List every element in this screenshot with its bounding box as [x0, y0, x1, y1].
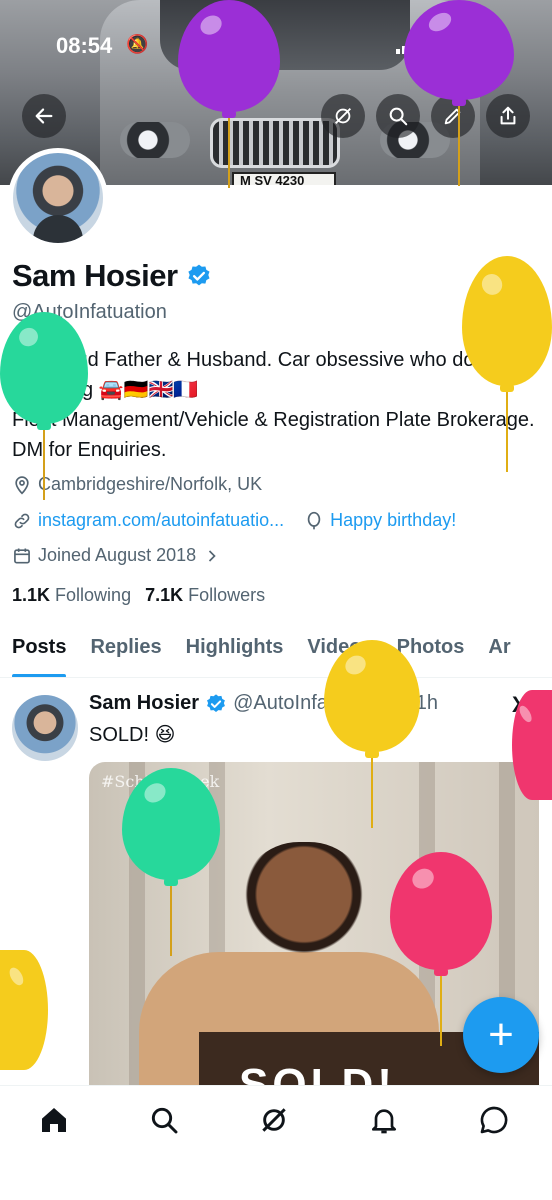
verified-badge-icon — [207, 693, 225, 712]
tab-posts[interactable]: Posts — [0, 620, 78, 677]
birthday-balloon-pink — [512, 690, 552, 800]
gif-person-head — [239, 842, 369, 992]
birthday-balloon-purple — [178, 0, 280, 188]
birthday-balloon-yellow — [462, 256, 552, 472]
joined-text: Joined August 2018 — [38, 545, 197, 565]
grok-button[interactable] — [321, 94, 365, 138]
calendar-icon — [14, 548, 30, 563]
follow-stats: 1.1K Following 7.1K Followers — [12, 585, 265, 606]
birthday-balloon-yellow — [0, 950, 48, 1070]
profile-name: Sam Hosier — [12, 258, 178, 293]
arrow-left-icon — [35, 108, 53, 124]
links-row: instagram.com/autoinfatuatio... Happy bi… — [12, 510, 456, 531]
birthday-link[interactable]: Happy birthday! — [330, 510, 456, 531]
nav-explore[interactable] — [148, 1104, 184, 1140]
birthday-balloon-green — [122, 768, 220, 956]
nav-home[interactable] — [38, 1104, 74, 1140]
bell-off-icon: 🔕 — [126, 34, 149, 54]
verified-badge-icon[interactable] — [186, 263, 212, 289]
website-link[interactable]: instagram.com/autoinfatuatio... — [38, 510, 284, 531]
nav-notifications[interactable] — [368, 1104, 404, 1140]
grok-icon — [262, 1108, 286, 1132]
grok-icon — [335, 108, 351, 124]
joined-row[interactable]: Joined August 2018 — [12, 545, 222, 566]
balloon-icon — [307, 511, 321, 529]
bottom-navigation — [0, 1085, 552, 1200]
tab-replies[interactable]: Replies — [78, 620, 173, 677]
back-button[interactable] — [22, 94, 66, 138]
profile-tabs: Posts Replies Highlights Videos Photos A… — [0, 620, 552, 678]
birthday-balloon-green — [0, 312, 88, 500]
nav-grok[interactable] — [258, 1104, 294, 1140]
following-link[interactable]: 1.1K Following — [12, 585, 131, 606]
chat-icon — [480, 1106, 508, 1134]
compose-button[interactable]: + — [463, 997, 539, 1073]
search-icon — [151, 1107, 178, 1134]
nav-messages[interactable] — [478, 1104, 514, 1140]
bell-icon — [372, 1109, 396, 1134]
followers-link[interactable]: 7.1K Followers — [145, 585, 265, 606]
tab-articles[interactable]: Ar — [476, 620, 522, 677]
chevron-right-icon — [209, 549, 216, 562]
tab-highlights[interactable]: Highlights — [174, 620, 296, 677]
profile-name-row: Sam Hosier — [12, 258, 212, 294]
birthday-balloon-purple — [404, 0, 514, 186]
post-text: SOLD! 😆 — [89, 724, 176, 746]
profile-avatar[interactable] — [8, 148, 108, 248]
status-time: 08:54 — [56, 33, 113, 58]
birthday-balloon-yellow — [324, 640, 420, 828]
post-avatar[interactable] — [12, 695, 78, 761]
post-author-name[interactable]: Sam Hosier — [89, 692, 199, 715]
link-icon — [14, 513, 30, 528]
home-icon — [42, 1108, 66, 1132]
